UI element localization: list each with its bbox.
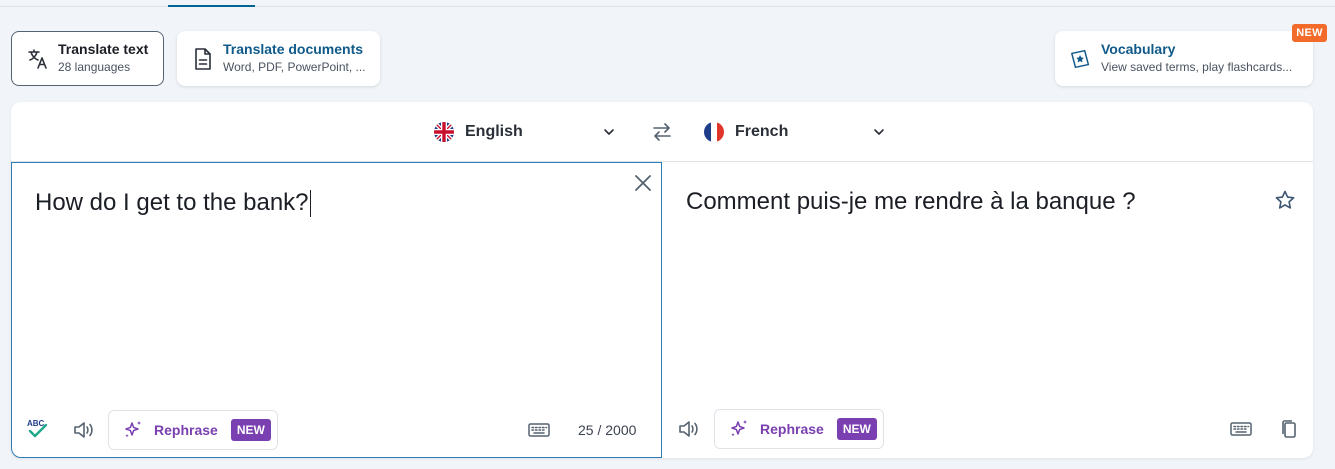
top-nav-strip — [0, 0, 1335, 7]
sparkle-icon — [125, 421, 141, 438]
spellcheck-icon: ABC — [27, 419, 48, 438]
tab-translate-documents[interactable]: Translate documents Word, PDF, PowerPoin… — [177, 31, 380, 86]
save-translation-button[interactable] — [1274, 189, 1296, 211]
copy-icon — [1282, 420, 1296, 438]
chevron-down-icon — [874, 129, 884, 135]
spellcheck-button[interactable]: ABC — [25, 416, 51, 442]
sparkle-icon — [731, 420, 747, 437]
listen-translation-button[interactable] — [676, 416, 702, 442]
spellcheck-icon-text: ABC — [27, 419, 45, 428]
virtual-keyboard-button[interactable] — [526, 417, 552, 443]
tab-title: Translate text — [58, 41, 149, 57]
character-count: 25 / 2000 — [578, 422, 637, 438]
source-text: How do I get to the bank? — [35, 189, 309, 216]
tab-translate-text[interactable]: Translate text 28 languages — [11, 31, 164, 86]
translator-panel: English French How do I get to the bank?… — [11, 102, 1313, 458]
uk-flag-icon — [434, 122, 454, 142]
text-caret — [309, 189, 312, 217]
flashcards-icon — [1069, 47, 1093, 71]
chevron-down-icon — [604, 129, 614, 135]
source-language-select[interactable]: English — [434, 119, 616, 145]
keyboard-icon — [1230, 422, 1252, 436]
rephrase-button[interactable]: Rephrase NEW — [108, 410, 278, 450]
tab-subtitle: 28 languages — [58, 60, 131, 74]
france-flag-icon — [704, 122, 724, 142]
document-icon — [191, 47, 215, 71]
speaker-icon — [74, 422, 93, 438]
translation-output-area: Comment puis-je me rendre à la banque ? … — [662, 162, 1313, 458]
vocabulary-new-badge: NEW — [1292, 24, 1327, 42]
tab-subtitle: View saved terms, play flashcards... — [1101, 60, 1293, 74]
translate-icon — [26, 47, 50, 71]
tab-vocabulary[interactable]: Vocabulary View saved terms, play flashc… — [1055, 31, 1313, 86]
star-icon — [1275, 190, 1295, 209]
close-icon — [635, 175, 651, 191]
source-text-input[interactable]: How do I get to the bank? — [35, 189, 312, 217]
tab-title: Vocabulary — [1101, 41, 1176, 57]
rephrase-translation-button[interactable]: Rephrase NEW — [714, 409, 884, 449]
copy-translation-button[interactable] — [1276, 416, 1302, 442]
active-nav-indicator — [168, 5, 255, 7]
source-language-label: English — [465, 123, 523, 140]
target-language-select[interactable]: French — [704, 119, 886, 145]
tab-subtitle: Word, PDF, PowerPoint, ... — [223, 60, 366, 74]
source-text-area[interactable]: How do I get to the bank? ABC Rephrase N… — [11, 162, 662, 458]
speaker-icon — [679, 421, 698, 437]
swap-icon — [653, 123, 671, 141]
language-bar: English French — [11, 102, 1313, 162]
rephrase-label: Rephrase — [760, 421, 824, 437]
rephrase-new-badge: NEW — [836, 418, 877, 440]
translated-text: Comment puis-je me rendre à la banque ? — [686, 188, 1136, 215]
rephrase-label: Rephrase — [154, 422, 218, 438]
clear-text-button[interactable] — [632, 172, 654, 194]
listen-source-button[interactable] — [71, 417, 97, 443]
rephrase-new-badge: NEW — [230, 419, 271, 441]
virtual-keyboard-button[interactable] — [1228, 416, 1254, 442]
swap-languages-button[interactable] — [651, 121, 673, 143]
keyboard-icon — [528, 423, 550, 437]
tab-title: Translate documents — [223, 41, 364, 57]
target-language-label: French — [735, 123, 789, 140]
